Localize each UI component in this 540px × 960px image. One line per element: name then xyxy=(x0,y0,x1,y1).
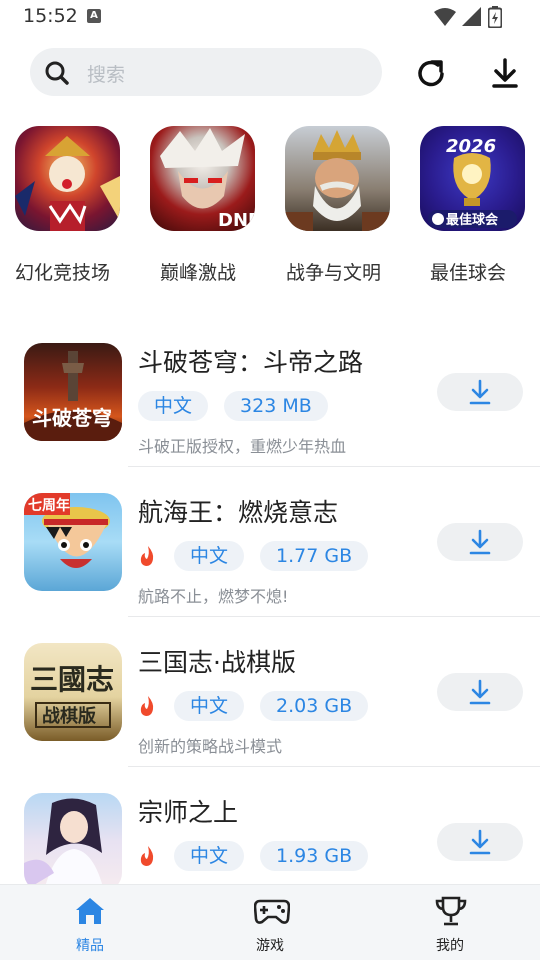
featured-app-label: 战争与文明 xyxy=(286,262,382,284)
tab-mine[interactable]: 我的 xyxy=(360,885,540,960)
featured-app-2[interactable]: DNF 巅峰激战 xyxy=(150,126,258,296)
language-tag: 中文 xyxy=(174,541,245,571)
bottom-nav: 精品 游戏 我的 xyxy=(0,884,540,960)
size-tag: 323 MB xyxy=(224,391,328,421)
download-icon xyxy=(469,529,491,555)
tab-mine-label: 我的 xyxy=(436,938,464,954)
status-bar: 15:52 A xyxy=(0,0,540,34)
app-description: 创新的策略战斗模式 xyxy=(138,737,283,756)
app-tags: 中文 1.77 GB xyxy=(138,541,369,571)
dnf-logo-text: DNF xyxy=(218,210,255,231)
signal-icon xyxy=(462,7,481,26)
app-icon: 三國志 战棋版 xyxy=(24,643,122,741)
language-tag: 中文 xyxy=(174,841,245,871)
tab-games[interactable]: 游戏 xyxy=(180,885,360,960)
notification-icon: A xyxy=(87,9,101,23)
app-description: 航路不止，燃梦不熄! xyxy=(138,587,289,606)
download-button[interactable] xyxy=(437,373,523,411)
icon-subtitle-text: 战棋版 xyxy=(42,705,96,727)
fire-icon xyxy=(140,846,154,866)
featured-app-3[interactable]: 战争与文明 xyxy=(285,126,393,296)
gamepad-icon xyxy=(254,899,290,924)
search-input[interactable]: 搜索 xyxy=(30,48,382,96)
size-tag: 2.03 GB xyxy=(260,691,369,721)
anniversary-text: 七周年 xyxy=(28,497,70,514)
wifi-icon xyxy=(434,8,456,26)
fire-icon xyxy=(140,696,154,716)
app-title: 三国志·战棋版 xyxy=(138,648,296,677)
app-icon: 七周年 xyxy=(24,493,122,591)
app-list-item[interactable]: 七周年 航海王：燃烧意志 中文 1.77 GB 航路不止，燃梦不熄! xyxy=(0,493,540,643)
download-icon xyxy=(469,829,491,855)
app-list-item[interactable]: 三國志 战棋版 三国志·战棋版 中文 2.03 GB 创新的策略战斗模式 xyxy=(0,643,540,793)
size-tag: 1.93 GB xyxy=(260,841,369,871)
app-tags: 中文 2.03 GB xyxy=(138,691,369,721)
trophy-art-icon: 2026 最佳球会 xyxy=(428,136,517,228)
download-button[interactable] xyxy=(437,673,523,711)
app-description: 斗破正版授权，重燃少年热血 xyxy=(138,437,347,456)
featured-app-icon: DNF xyxy=(150,126,255,231)
divider xyxy=(128,616,540,617)
heroine-art-icon xyxy=(24,798,104,891)
featured-app-icon xyxy=(15,126,120,231)
app-icon: 斗破苍穹 xyxy=(24,343,122,441)
luffy-art-icon: 七周年 xyxy=(24,493,110,568)
icon-title-text: 斗破苍穹 xyxy=(32,406,112,430)
icon-title-text: 三國志 xyxy=(30,663,114,696)
search-icon xyxy=(45,61,69,85)
download-button[interactable] xyxy=(437,523,523,561)
battery-icon xyxy=(488,6,502,28)
refresh-button[interactable] xyxy=(414,56,448,90)
download-icon xyxy=(469,379,491,405)
king-art-icon xyxy=(285,130,390,231)
language-tag: 中文 xyxy=(138,391,209,421)
app-title: 斗破苍穹：斗帝之路 xyxy=(138,348,364,377)
download-icon xyxy=(492,58,518,88)
app-list-item[interactable]: 斗破苍穹 斗破苍穹：斗帝之路 中文 323 MB 斗破正版授权，重燃少年热血 xyxy=(0,343,540,493)
divider xyxy=(128,466,540,467)
featured-app-label: 最佳球会 xyxy=(430,262,507,284)
featured-app-1[interactable]: 幻化竞技场 xyxy=(15,126,123,296)
size-tag: 1.77 GB xyxy=(260,541,369,571)
app-tags: 中文 1.93 GB xyxy=(138,841,369,871)
featured-app-label: 幻化竞技场 xyxy=(15,262,111,284)
download-button[interactable] xyxy=(437,823,523,861)
home-icon xyxy=(76,898,104,924)
status-time: 15:52 xyxy=(23,5,78,27)
sanguo-art-icon: 三國志 战棋版 xyxy=(30,663,114,728)
tab-games-label: 游戏 xyxy=(256,938,284,954)
featured-app-icon: 2026 最佳球会 xyxy=(420,126,525,231)
status-icons xyxy=(434,6,502,28)
refresh-icon xyxy=(418,60,444,87)
divider xyxy=(128,766,540,767)
club-text: 最佳球会 xyxy=(446,212,499,228)
downloads-button[interactable] xyxy=(488,56,522,90)
warrior-art-icon: DNF xyxy=(160,128,255,231)
app-icon xyxy=(24,793,122,891)
fire-icon xyxy=(140,546,154,566)
download-icon xyxy=(469,679,491,705)
jester-art-icon xyxy=(15,136,120,231)
app-title: 航海王：燃烧意志 xyxy=(138,498,339,527)
tab-featured-label: 精品 xyxy=(76,938,104,954)
trophy-icon xyxy=(435,896,467,926)
featured-app-4[interactable]: 2026 最佳球会 最佳球会 xyxy=(420,126,528,296)
featured-app-label: 巅峰激战 xyxy=(160,262,237,284)
search-placeholder: 搜索 xyxy=(87,64,126,86)
app-tags: 中文 323 MB xyxy=(138,391,328,421)
featured-app-icon xyxy=(285,126,390,231)
tab-featured[interactable]: 精品 xyxy=(0,885,180,960)
doupo-art-icon: 斗破苍穹 xyxy=(24,351,122,441)
app-screen: 15:52 A 搜索 幻化竞技场 DNF 巅峰激战 战争与文明 2026 最佳球… xyxy=(0,0,540,960)
app-title: 宗师之上 xyxy=(138,798,239,827)
language-tag: 中文 xyxy=(174,691,245,721)
